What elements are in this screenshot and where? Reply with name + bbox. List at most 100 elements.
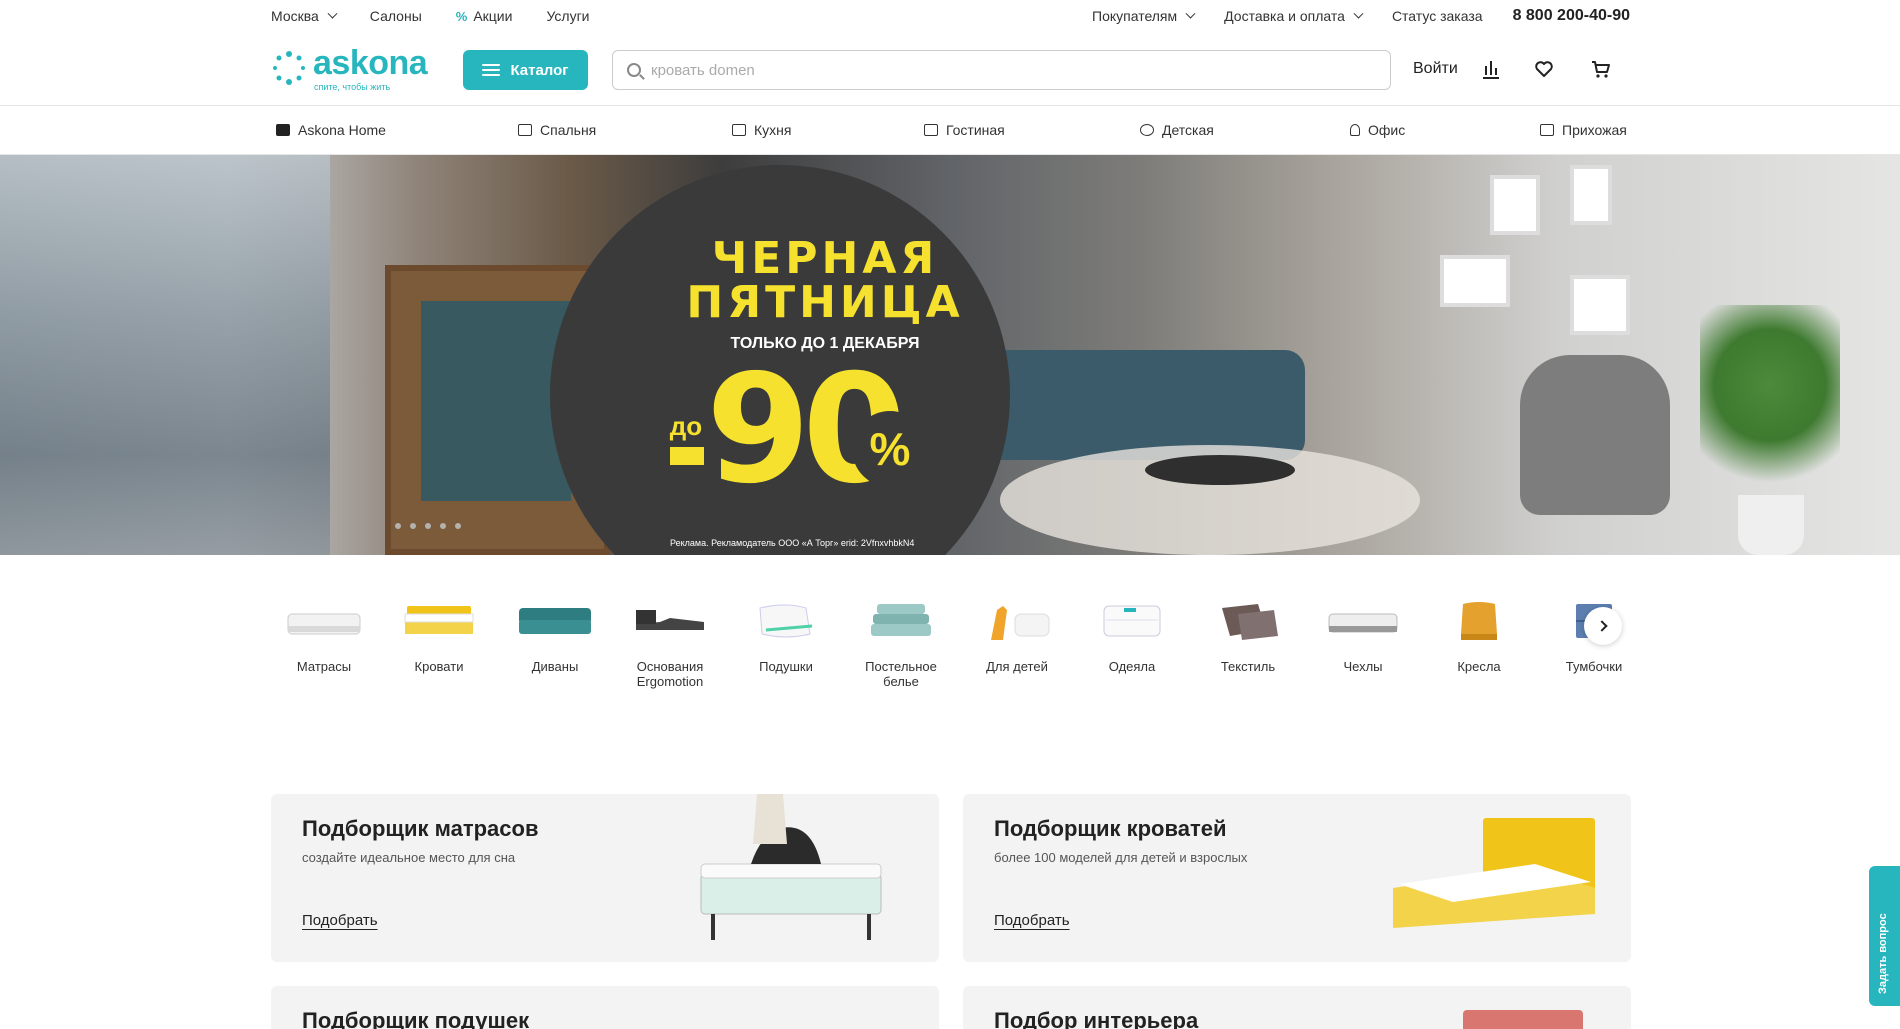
category-label: Текстиль: [1220, 659, 1276, 674]
ad-disclaimer: Реклама. Рекламодатель ООО «А Торг» erid…: [670, 538, 915, 548]
mattress-picker-card[interactable]: Подборщик матрасов создайте идеальное ме…: [271, 794, 939, 962]
logo-tagline: спите, чтобы жить: [314, 82, 391, 92]
slider-dot[interactable]: [395, 523, 401, 529]
pick-link[interactable]: Подобрать: [994, 912, 1070, 929]
search-input[interactable]: [651, 61, 1351, 79]
category-label: Основания Ergomotion: [636, 659, 704, 689]
category-item[interactable]: Основания Ergomotion: [620, 600, 720, 689]
category-carousel: Матрасы Кровати Диваны Основания Ergomot…: [271, 600, 1631, 700]
percent-icon: %: [455, 8, 468, 24]
bed-picker-card[interactable]: Подборщик кроватей более 100 моделей для…: [963, 794, 1631, 962]
card-title: Подборщик подушек: [302, 1008, 530, 1029]
card-title: Подборщик матрасов: [302, 816, 539, 841]
delivery-menu[interactable]: Доставка и оплата: [1224, 8, 1364, 24]
slider-dots[interactable]: [395, 523, 461, 529]
category-item[interactable]: Для детей: [967, 600, 1067, 674]
category-label: Диваны: [531, 659, 579, 674]
carousel-next-button[interactable]: [1584, 607, 1622, 645]
sofa-icon: [519, 608, 591, 634]
office-chair-icon: [1350, 124, 1360, 136]
phone-number[interactable]: 8 800 200-40-90: [1513, 7, 1630, 25]
room-nav-item[interactable]: Кухня: [732, 122, 791, 138]
room-nav-item[interactable]: Офис: [1350, 122, 1405, 138]
category-item[interactable]: Текстиль: [1198, 600, 1298, 674]
adjustable-base-icon: [636, 610, 704, 630]
ask-question-label: Задать вопрос: [1877, 913, 1889, 994]
slider-dot[interactable]: [440, 523, 446, 529]
catalog-label: Каталог: [510, 61, 569, 79]
menu-icon: [482, 64, 501, 76]
buyers-menu[interactable]: Покупателям: [1092, 8, 1196, 24]
pick-link[interactable]: Подобрать: [302, 912, 378, 929]
yellow-bed-illustration: [1393, 818, 1595, 928]
promo-title: ЧЕРНАЯ ПЯТНИЦА: [640, 237, 1010, 325]
mattress-icon: [287, 613, 361, 635]
kitchen-icon: [732, 124, 746, 136]
hero-wall-picture: [1440, 255, 1510, 307]
sofa-icon: [924, 124, 938, 136]
promo-minus-sign: [670, 447, 704, 465]
promo-title-line2: ПЯТНИЦА: [686, 277, 964, 328]
catalog-button[interactable]: Каталог: [463, 50, 588, 90]
promos-label: Акции: [473, 8, 513, 24]
order-status-link[interactable]: Статус заказа: [1392, 8, 1483, 24]
room-nav-label: Офис: [1368, 122, 1406, 138]
category-item[interactable]: Постельное белье: [851, 600, 951, 689]
interior-room-illustration: [1463, 1010, 1583, 1029]
room-nav-item[interactable]: Спальня: [518, 122, 596, 138]
textile-pillows-icon: [1222, 604, 1278, 640]
card-subtitle: более 100 моделей для детей и взрослых: [994, 850, 1248, 865]
room-nav-label: Прихожая: [1562, 122, 1627, 138]
promos-link[interactable]: % Акции: [456, 8, 513, 24]
city-label: Москва: [271, 8, 319, 24]
category-item[interactable]: Одеяла: [1082, 600, 1182, 674]
home-brand-icon: [276, 124, 290, 136]
kids-giraffe-icon: [991, 606, 1050, 640]
interior-picker-card[interactable]: Подбор интерьера: [963, 986, 1631, 1029]
slider-dot[interactable]: [455, 523, 461, 529]
heart-icon[interactable]: [1533, 58, 1555, 80]
hero-wall-picture: [1490, 175, 1540, 235]
salons-link[interactable]: Салоны: [370, 8, 422, 24]
city-selector[interactable]: Москва: [271, 8, 338, 24]
category-item[interactable]: Кресла: [1429, 600, 1529, 674]
compare-icon[interactable]: [1480, 58, 1502, 80]
slider-dot[interactable]: [410, 523, 416, 529]
hero-banner[interactable]: ЧЕРНАЯ ПЯТНИЦА ТОЛЬКО ДО 1 ДЕКАБРЯ до 90…: [0, 155, 1900, 555]
room-nav-item[interactable]: Гостиная: [924, 122, 1005, 138]
hero-wall-picture: [1570, 275, 1630, 335]
category-item[interactable]: Чехлы: [1313, 600, 1413, 674]
logo-wordmark: askona: [313, 44, 428, 82]
room-nav-label: Детская: [1162, 122, 1214, 138]
hero-plant-photo: [1700, 305, 1840, 505]
hero-wall-picture: [1570, 165, 1612, 225]
cart-icon[interactable]: [1590, 58, 1612, 80]
chevron-down-icon: [1185, 8, 1196, 19]
room-nav-item[interactable]: Детская: [1140, 122, 1214, 138]
hallway-icon: [1540, 124, 1554, 136]
login-link[interactable]: Войти: [1413, 60, 1458, 78]
chevron-right-icon: [1595, 620, 1608, 632]
category-item[interactable]: Кровати: [389, 600, 489, 674]
category-item[interactable]: Матрасы: [274, 600, 374, 674]
category-item[interactable]: Диваны: [505, 600, 605, 674]
ask-question-tab[interactable]: Задать вопрос: [1869, 866, 1900, 1006]
category-label: Тумбочки: [1565, 659, 1623, 674]
room-nav-item[interactable]: Прихожая: [1540, 122, 1627, 138]
top-bar: Москва Салоны % Акции Услуги Покупателям …: [0, 0, 1900, 32]
pillow-icon: [759, 604, 813, 638]
services-link[interactable]: Услуги: [546, 8, 589, 24]
slider-dot[interactable]: [425, 523, 431, 529]
room-nav-label: Кухня: [754, 122, 792, 138]
category-item[interactable]: Подушки: [736, 600, 836, 674]
search-box[interactable]: [612, 50, 1391, 90]
room-nav-label: Askona Home: [298, 122, 386, 138]
mattress-cover-icon: [1328, 613, 1398, 633]
pillow-picker-card[interactable]: Подборщик подушек: [271, 986, 939, 1029]
hero-armchair-photo: [1520, 355, 1670, 515]
armchair-icon: [1461, 602, 1497, 640]
header: askona спите, чтобы жить Каталог Войти: [0, 32, 1900, 106]
logo[interactable]: askona спите, чтобы жить: [271, 44, 431, 92]
mattress-woman-illustration: [700, 794, 882, 940]
room-nav-item[interactable]: Askona Home: [276, 122, 386, 138]
